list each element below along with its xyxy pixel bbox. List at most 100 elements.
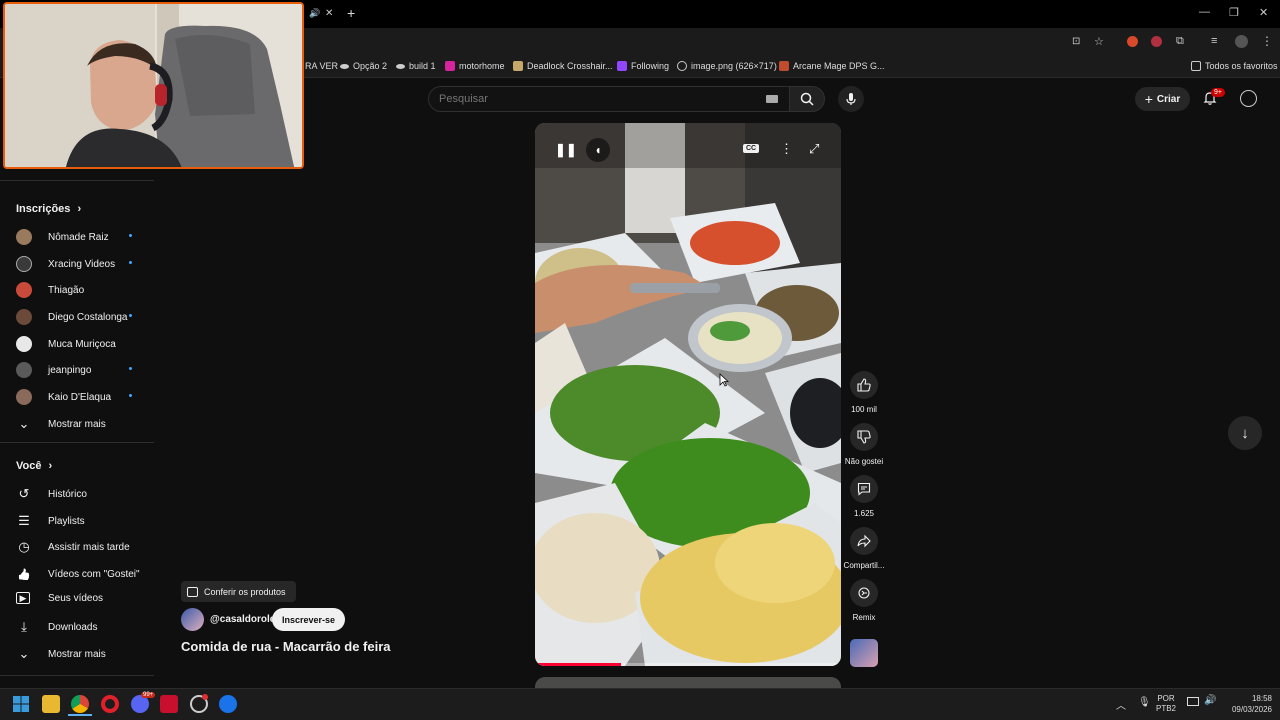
bookmark-label: image.png (626×717) — [691, 61, 777, 71]
sidebar-item-subscription[interactable]: Xracing Videos — [16, 256, 115, 272]
chrome-icon[interactable] — [71, 695, 89, 713]
sidebar-item-subscription[interactable]: Diego Costalonga — [16, 309, 128, 325]
extension-icon[interactable] — [1151, 36, 1162, 47]
input-language[interactable]: POR PTB2 — [1156, 694, 1176, 714]
sidebar-item-subscription[interactable]: Kaio D'Elaqua — [16, 389, 111, 405]
sidebar-item-watch-later[interactable]: ◷ Assistir mais tarde — [16, 539, 129, 555]
profile-avatar[interactable] — [1235, 35, 1248, 48]
file-explorer-icon[interactable] — [42, 695, 60, 713]
bookmark-item[interactable]: motorhome — [445, 61, 505, 71]
your-videos-icon: ▶ — [16, 592, 30, 604]
folder-icon — [1191, 61, 1201, 71]
app-icon[interactable] — [160, 695, 178, 713]
microphone-icon[interactable]: 🎙 — [1138, 697, 1151, 708]
sidebar-item-subscription[interactable]: jeanpingo — [16, 362, 91, 378]
notification-dot — [202, 694, 208, 700]
bookmark-star-icon[interactable]: ☆ — [1094, 35, 1104, 48]
show-more-you[interactable]: ⌄ Mostrar mais — [16, 646, 106, 662]
channel-name: Kaio D'Elaqua — [48, 391, 112, 403]
restore-window-button[interactable]: ❐ — [1229, 6, 1239, 19]
clock[interactable]: 18:58 09/03/2026 — [1222, 693, 1272, 715]
opera-icon[interactable] — [101, 695, 119, 713]
comments-button[interactable] — [850, 475, 878, 503]
plus-icon: + — [1144, 91, 1153, 107]
sidebar-item-downloads[interactable]: ⤓ Downloads — [16, 619, 97, 635]
share-label: Compartil... — [843, 561, 885, 570]
windows-logo-icon — [13, 696, 29, 712]
remix-button[interactable] — [850, 579, 878, 607]
channel-handle[interactable]: @casaldorole — [210, 614, 275, 625]
progress-track[interactable] — [535, 663, 841, 666]
captions-button[interactable]: CC — [743, 144, 760, 153]
share-button[interactable] — [850, 527, 878, 555]
show-more-subscriptions[interactable]: ⌄ Mostrar mais — [16, 416, 106, 432]
notifications-button[interactable]: 9+ — [1202, 88, 1225, 111]
channel-name: Muca Muriçoca — [48, 338, 116, 350]
sound-thumbnail[interactable] — [850, 639, 878, 667]
bookmark-favicon — [340, 63, 349, 69]
app-icon[interactable] — [219, 695, 237, 713]
thumbs-up-icon — [857, 378, 871, 392]
subscribe-button[interactable]: Inscrever-se — [272, 608, 346, 631]
extension-icon[interactable] — [1127, 36, 1138, 47]
sidebar-item-liked-videos[interactable]: 👍 Vídeos com "Gostei" — [16, 566, 139, 582]
sidebar-divider — [0, 675, 154, 676]
voice-search-button[interactable] — [838, 86, 864, 112]
like-button[interactable] — [850, 371, 878, 399]
dislike-label: Não gostei — [844, 457, 884, 466]
mute-button[interactable]: ◖ — [586, 138, 610, 162]
search-input[interactable] — [439, 91, 759, 107]
chrome-menu-icon[interactable]: ⋮ — [1261, 34, 1273, 48]
sidebar-item-subscription[interactable]: Thiagão — [16, 282, 84, 298]
short-title[interactable]: Comida de rua - Macarrão de feira — [181, 639, 391, 654]
webcam-picture — [5, 4, 302, 167]
thumbs-up-icon: 👍 — [17, 568, 31, 581]
channel-avatar[interactable] — [181, 608, 204, 631]
bookmark-item[interactable]: Following — [617, 61, 669, 71]
display-icon[interactable] — [1187, 697, 1199, 706]
windows-start-button[interactable] — [12, 695, 30, 713]
account-avatar[interactable] — [1240, 90, 1257, 107]
close-tab-button[interactable]: ✕ — [325, 8, 333, 19]
sidebar-item-playlists[interactable]: ☰ Playlists — [16, 513, 85, 529]
create-button[interactable]: + Criar — [1135, 87, 1190, 111]
pause-button[interactable]: ❚❚ — [555, 142, 577, 158]
subscriptions-header[interactable]: Inscrições › — [16, 203, 81, 215]
more-options-icon[interactable]: ⋮ — [780, 141, 793, 157]
sidebar-item-subscription[interactable]: Nômade Raiz — [16, 229, 109, 245]
search-button[interactable] — [789, 86, 825, 112]
products-button[interactable]: Conferir os produtos — [181, 581, 296, 602]
volume-icon[interactable]: 🔊 — [1204, 695, 1216, 706]
bookmark-item[interactable]: Deadlock Crosshair... — [513, 61, 613, 71]
volume-icon: ◖ — [594, 143, 602, 157]
extensions-puzzle-icon[interactable]: ⧉ — [1176, 35, 1184, 48]
media-controls-icon[interactable]: ≡ — [1211, 35, 1217, 47]
close-window-button[interactable]: ✕ — [1259, 6, 1268, 19]
bookmark-item[interactable]: Arcane Mage DPS G... — [779, 61, 885, 71]
minimize-window-button[interactable]: — — [1199, 6, 1210, 18]
new-tab-button[interactable]: + — [347, 5, 355, 21]
bookmark-item[interactable]: Opção 2 — [340, 61, 387, 71]
sidebar-item-history[interactable]: ↺ Histórico — [16, 486, 87, 502]
show-hidden-icons[interactable]: ︿ — [1116, 697, 1126, 712]
dislike-button[interactable] — [850, 423, 878, 451]
fullscreen-icon[interactable]: ⤢ — [809, 141, 819, 157]
next-short-preview[interactable] — [535, 677, 841, 688]
all-bookmarks-folder[interactable]: Todos os favoritos — [1191, 61, 1278, 71]
install-app-icon[interactable]: ⊡ — [1072, 36, 1080, 47]
bookmark-item[interactable]: build 1 — [396, 61, 436, 71]
bookmark-item[interactable]: image.png (626×717) — [677, 61, 777, 71]
keyboard-icon[interactable] — [766, 95, 778, 103]
bookmark-item[interactable]: RA VER — [305, 61, 338, 71]
channel-name: Xracing Videos — [48, 258, 116, 270]
you-header[interactable]: Você › — [16, 460, 52, 472]
shorts-video-player[interactable]: ❚❚ ◖ CC ⋮ ⤢ — [535, 123, 841, 666]
bookmark-label: motorhome — [459, 61, 505, 71]
bookmark-label: Opção 2 — [353, 61, 388, 71]
sidebar-item-your-videos[interactable]: ▶ Seus vídeos — [16, 592, 103, 604]
discord-badge: 99+ — [141, 692, 156, 698]
sidebar-item-subscription[interactable]: Muca Muriçoca — [16, 336, 116, 352]
next-short-button[interactable]: ↓ — [1228, 416, 1262, 450]
channel-avatar — [16, 336, 32, 352]
channel-name: Thiagão — [48, 284, 85, 296]
